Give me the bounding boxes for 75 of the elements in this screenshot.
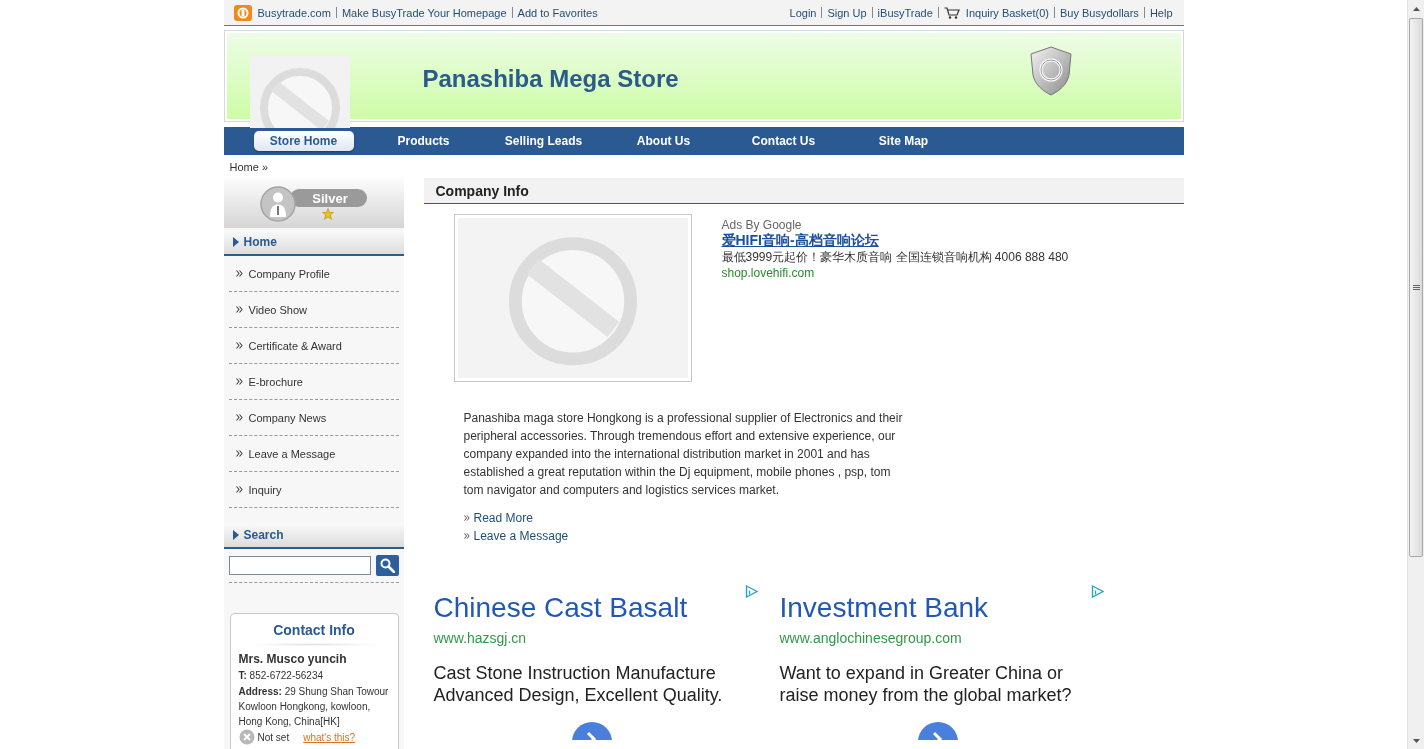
double-chevron-icon (235, 450, 243, 457)
top-link[interactable]: Busytrade.com (257, 6, 331, 19)
top-link[interactable]: Make BusyTrade Your Homepage (341, 6, 507, 19)
search-title: Search (243, 528, 284, 542)
top-link[interactable]: Add to Favorites (517, 6, 598, 19)
cart-icon (943, 6, 960, 19)
double-chevron-icon (235, 342, 243, 349)
top-link[interactable]: Sign Up (827, 6, 867, 19)
ad-description: Want to expand in Greater China or raise money from the global market? (779, 662, 1073, 706)
grip-icon (1412, 284, 1420, 291)
caret-up-icon (1412, 6, 1420, 11)
ad-choices-icon[interactable] (744, 585, 758, 598)
ad-url[interactable]: www.hazsgj.cn (433, 629, 527, 647)
contact-phone: T: 852-6722-56234 (238, 669, 325, 683)
menu-title[interactable]: Home (243, 235, 277, 249)
menu-item[interactable]: Inquiry (228, 472, 399, 508)
menu-item[interactable]: Company News (228, 400, 399, 436)
double-chevron-icon (235, 414, 243, 421)
search-icon (379, 558, 395, 573)
section-header: Company Info (423, 178, 1184, 204)
menu-item[interactable]: Video Show (228, 292, 399, 328)
contact-address: Address: 29 Shung Shan Towour Kowloon Hongkong, kowloon, Hong Kong, China[HK] (238, 685, 390, 729)
logo-icon[interactable] (233, 4, 252, 21)
ads-label: Ads By Google (721, 218, 802, 232)
ad-description: Cast Stone Instruction Manufacture Advanced Design, Excellent Quality. (433, 662, 724, 706)
status-text: Not set (257, 731, 290, 743)
ad-choices-icon[interactable] (1090, 585, 1104, 598)
company-description: Panashiba maga store Hongkong is a professional supplier of Electronics and their peripheral accessories. Through tremendous effort and extensive experience, our company expanded into the international distribution market in 2001 and has established a great reputation within the Dj equipment, mobile phones , psp, tom tom navigator and computers and logistics services market. (463, 410, 904, 499)
company-link[interactable]: Read More (473, 511, 533, 525)
caret-down-icon (1412, 738, 1420, 743)
top-link[interactable]: iBusyTrade (877, 6, 933, 19)
menu-item[interactable]: Certificate & Award (228, 328, 399, 364)
nav-tab[interactable]: About Us (613, 131, 714, 151)
top-link[interactable]: Buy Busydollars (1060, 6, 1139, 19)
scrollbar-thumb[interactable] (1409, 18, 1423, 557)
nav-tab[interactable]: Store Home (253, 131, 354, 151)
membership-badge: Silver (289, 189, 367, 207)
triangle-icon (232, 237, 239, 247)
menu-item[interactable]: E-brochure (228, 364, 399, 400)
company-link[interactable]: Leave a Message (473, 529, 569, 543)
triangle-icon (232, 530, 239, 540)
breadcrumb[interactable]: Home » (229, 160, 269, 173)
menu-item[interactable]: Leave a Message (228, 436, 399, 472)
next-arrow-button[interactable] (917, 722, 958, 740)
scrollbar[interactable] (1407, 0, 1424, 749)
ad-description: 最低3999元起价！豪华木质音响 全国连锁音响机构 4006 888 480 (721, 249, 1069, 266)
basket-link[interactable]: Inquiry Basket(0) (943, 6, 1049, 19)
double-chevron-icon (235, 378, 243, 385)
ad-url[interactable]: www.anglochinesegroup.com (779, 629, 962, 647)
ad-title-link[interactable]: 爱HIFI音响-高档音响论坛 (721, 232, 879, 249)
store-name: Panashiba Mega Store (422, 64, 679, 93)
contact-title: Contact Info (272, 621, 356, 639)
nav-tab[interactable]: Products (373, 131, 474, 151)
search-field[interactable] (228, 556, 371, 575)
user-icon (259, 186, 296, 222)
top-link[interactable]: Help (1149, 6, 1173, 19)
menu-item[interactable]: Company Profile (228, 256, 399, 292)
status-icon (238, 729, 255, 745)
top-link[interactable]: Login (789, 6, 817, 19)
contact-name: Mrs. Musco yuncih (238, 651, 348, 667)
double-chevron-icon (463, 515, 470, 521)
shield-icon (1029, 46, 1072, 96)
nav-tab[interactable]: Selling Leads (493, 131, 594, 151)
next-arrow-button[interactable] (571, 722, 612, 740)
nav-tab[interactable]: Site Map (853, 131, 954, 151)
ad-title-link[interactable]: Chinese Cast Basalt (433, 592, 688, 624)
nav-tab[interactable]: Contact Us (733, 131, 834, 151)
double-chevron-icon (235, 486, 243, 493)
double-chevron-icon (463, 533, 470, 539)
double-chevron-icon (235, 306, 243, 313)
star-icon (322, 208, 334, 220)
ad-title-link[interactable]: Investment Bank (779, 592, 989, 624)
search-button[interactable] (375, 555, 399, 576)
double-chevron-icon (235, 270, 243, 277)
ad-url[interactable]: shop.lovehifi.com (721, 266, 815, 280)
